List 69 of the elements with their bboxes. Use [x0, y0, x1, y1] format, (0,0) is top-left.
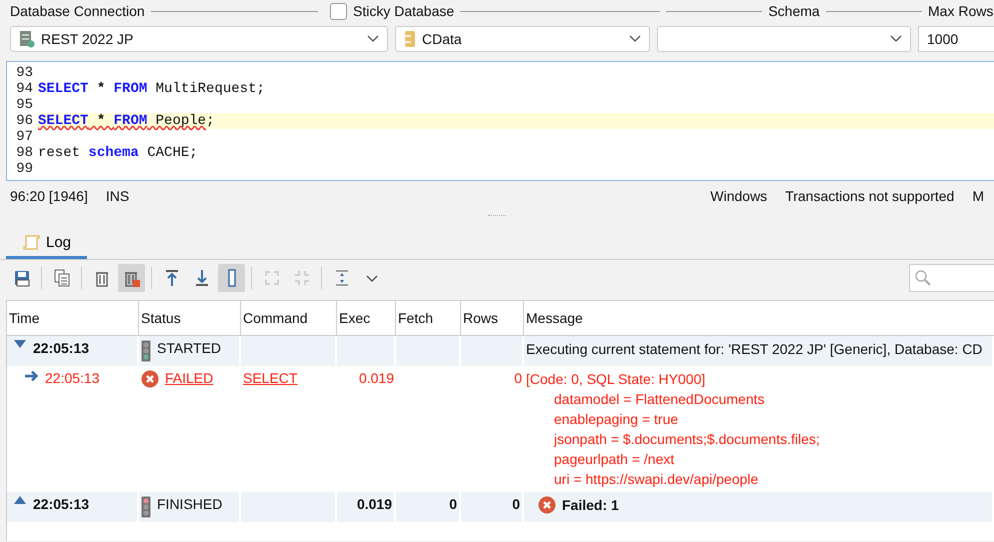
time-cell: 22:05:13	[45, 370, 100, 386]
rows-cell: 0	[512, 496, 520, 512]
exec-cell: 0.019	[358, 370, 394, 386]
message-text: [Code: 0, SQL State: HY000]	[526, 370, 706, 389]
traffic-light-icon	[141, 496, 151, 518]
rows-cell: 0	[514, 370, 522, 386]
chevron-down-icon	[629, 35, 641, 43]
field-label: Schema	[768, 3, 820, 19]
copy-icon	[52, 269, 70, 287]
sticky-database-checkbox[interactable]	[330, 2, 347, 20]
checkbox-label: Sticky Database	[353, 3, 454, 19]
chevron-down-icon	[890, 35, 902, 43]
up-triangle-icon	[14, 496, 26, 504]
column-header[interactable]: Fetch	[396, 301, 461, 335]
expanded-triangle-icon[interactable]	[14, 340, 26, 348]
message-detail: jsonpath = $.documents;$.documents.files;	[552, 430, 821, 449]
status-text: 96:20 [1946]	[10, 188, 88, 204]
log-tab[interactable]: Log	[6, 229, 88, 259]
splitter-handle[interactable]	[488, 215, 506, 218]
right-arrow-icon	[25, 370, 39, 382]
vertical-bar-button[interactable]	[218, 264, 245, 292]
column-header[interactable]: Rows	[461, 301, 524, 335]
status-text: FINISHED	[157, 496, 222, 512]
scroll-icon	[22, 234, 40, 250]
time-cell: 22:05:13	[33, 496, 90, 512]
expand-arrows-icon	[262, 269, 280, 287]
save-icon	[12, 269, 30, 287]
search-icon	[914, 269, 932, 287]
command-link[interactable]: SELECT	[243, 370, 298, 386]
chevron-down-icon	[367, 35, 379, 43]
status-text: INS	[106, 188, 130, 204]
message-text: Failed: 1	[562, 496, 619, 515]
field-label: Database Connection	[10, 3, 145, 19]
fetch-cell: 0	[449, 496, 457, 512]
message-detail: uri = https://swapi.dev/api/people	[553, 470, 760, 489]
message-detail: datamodel = FlattenedDocuments	[553, 390, 766, 409]
field-label: Max Rows	[928, 3, 994, 19]
message-detail: pageurlpath = /next	[553, 450, 676, 469]
message-text: Executing current statement for: 'REST 2022 JP' [Generic], Database: CD	[526, 340, 984, 359]
error-icon	[538, 496, 556, 514]
exec-cell: 0.019	[356, 496, 392, 512]
status-text: M	[972, 188, 984, 204]
code-line: SELECT * FROM MultiRequest;	[38, 81, 265, 97]
error-icon	[141, 370, 159, 388]
time-cell: 22:05:13	[33, 340, 90, 356]
caret-down-icon	[366, 274, 378, 282]
column-header[interactable]: Message	[524, 301, 994, 335]
database-dropdown[interactable]: CData	[395, 26, 650, 52]
column-header[interactable]: Command	[241, 301, 337, 335]
status-text[interactable]: FAILED	[165, 370, 214, 386]
status-text: Windows	[710, 188, 768, 204]
trash-with-square-button[interactable]	[118, 264, 145, 292]
sql-editor[interactable]: 93 94 SELECT * FROM MultiRequest; 95 96 SELECT * FROM People; 97 98 reset schema CACHE; 99	[6, 61, 994, 181]
message-detail: enablepaging = true	[553, 410, 680, 429]
connection-dropdown[interactable]: REST 2022 JP	[10, 26, 388, 52]
database-icon	[404, 30, 416, 48]
max-rows-field[interactable]: 1000	[918, 26, 994, 52]
code-line: reset schema CACHE;	[38, 145, 198, 161]
status-text: Transactions not supported	[785, 188, 954, 204]
code-line: SELECT * FROM People;	[38, 113, 214, 129]
column-header[interactable]: Time	[7, 301, 139, 335]
status-text: STARTED	[157, 340, 222, 356]
search-field[interactable]	[909, 264, 994, 292]
column-header[interactable]: Status	[139, 301, 241, 335]
line-number: 96	[7, 113, 38, 129]
traffic-light-icon	[141, 340, 151, 362]
column-header[interactable]: Exec	[337, 301, 396, 335]
server-icon	[19, 30, 35, 48]
collapse-arrows-icon	[292, 269, 310, 287]
